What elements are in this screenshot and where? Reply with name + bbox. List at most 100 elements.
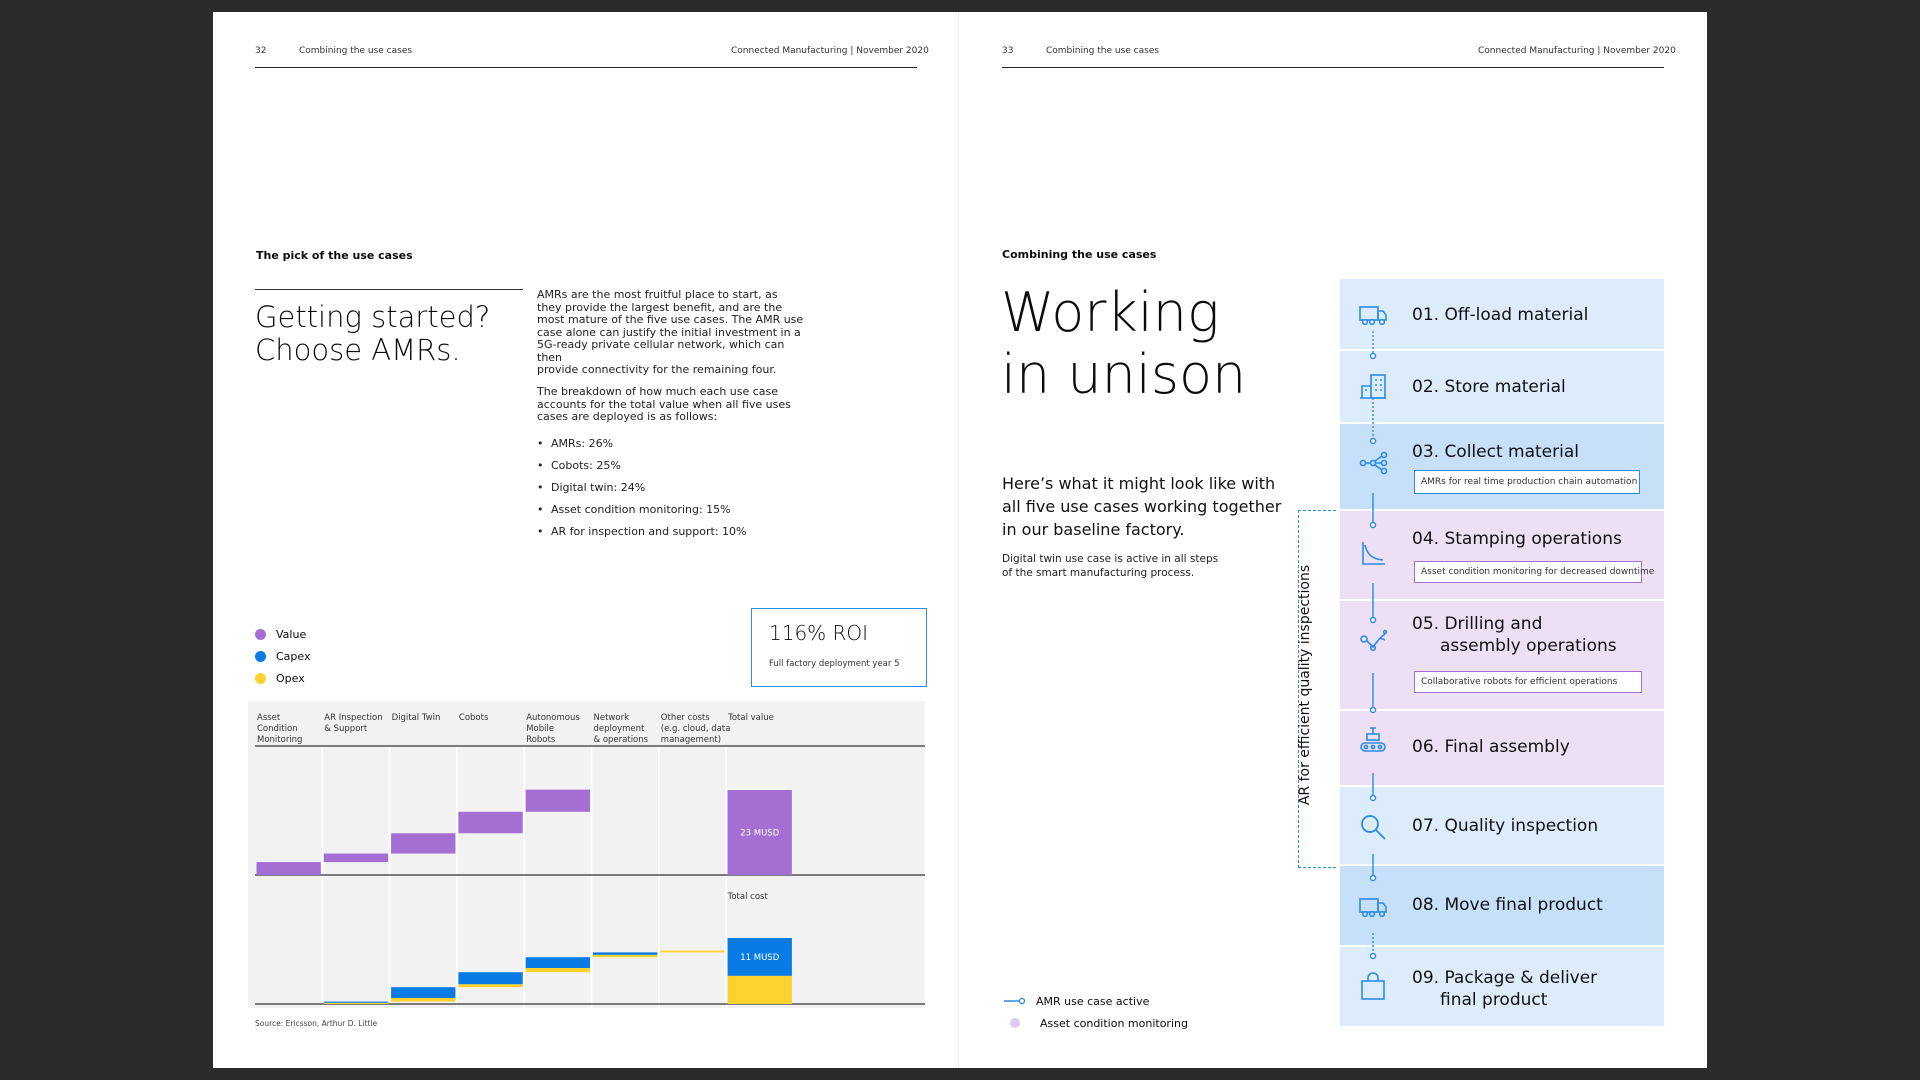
kicker-left: The pick of the use cases — [256, 249, 413, 262]
step-title: 02. Store material — [1412, 377, 1566, 397]
text-line: cases are deployed is as follows: — [537, 410, 718, 423]
publication-header-right: Connected Manufacturing | November 2020 — [1478, 46, 1676, 56]
list-item: AMRs: 26% — [537, 433, 747, 455]
capex-bar — [391, 987, 456, 998]
text-line: The breakdown of how much each use case — [537, 385, 779, 398]
step-title: 09. Package & deliver final product — [1412, 967, 1597, 1011]
text-line: Here’s what it might look like with — [1002, 474, 1276, 493]
asset-monitoring-tag: Asset condition monitoring for decreased… — [1414, 561, 1654, 583]
text-line: of the smart manufacturing process. — [1002, 567, 1195, 579]
connector-node — [1369, 706, 1377, 714]
headline-line: Choose AMRs. — [255, 333, 461, 367]
text-line: in our baseline factory. — [1002, 520, 1185, 539]
flow-legend: AMR use case active Asset condition moni… — [1004, 990, 1188, 1034]
amr-use-case-tag: AMRs for real time production chain auto… — [1414, 470, 1640, 494]
cobots-tag: Collaborative robots for efficient opera… — [1414, 671, 1642, 693]
connector-node — [1369, 521, 1377, 529]
text-line: 5G-ready private cellular network, which… — [537, 338, 785, 364]
legend-item-asset-monitoring: Asset condition monitoring — [1004, 1012, 1188, 1034]
value-breakdown-list: AMRs: 26% Cobots: 25% Digital twin: 24% … — [537, 433, 747, 543]
page-number-left: 32 — [255, 46, 267, 56]
step-title: 05. Drilling and assembly operations — [1412, 613, 1617, 657]
step-title: 04. Stamping operations — [1412, 529, 1622, 549]
ar-bracket-label: AR for efficient quality inspections — [1297, 564, 1313, 806]
headline-rule — [255, 289, 523, 290]
header-rule-left — [255, 67, 917, 68]
connector-node — [1369, 437, 1377, 445]
connector-node — [1369, 616, 1377, 624]
value-bar — [458, 811, 523, 834]
title-line: 05. Drilling and — [1412, 614, 1543, 634]
opex-bar — [525, 968, 590, 973]
connector-node — [1369, 874, 1377, 882]
roi-callout: 116% ROI Full factory deployment year 5 — [751, 608, 927, 687]
breakdown-paragraph: The breakdown of how much each use case … — [537, 385, 807, 424]
page-headline: Getting started? Choose AMRs. — [255, 301, 490, 367]
legend-label: Capex — [276, 649, 311, 663]
header-rule-right — [1002, 67, 1664, 68]
lead-paragraph: Here’s what it might look like with all … — [1002, 472, 1281, 541]
text-line: all five use cases working together — [1002, 497, 1282, 516]
chart-source: Source: Ericsson, Arthur D. Little — [255, 1019, 378, 1028]
capex-bar — [458, 972, 523, 985]
opex-bar — [593, 954, 658, 958]
legend-label: AMR use case active — [1036, 994, 1150, 1008]
title-line: in unison — [1001, 343, 1247, 406]
text-line: Digital twin use case is active in all s… — [1002, 553, 1219, 565]
legend-label: Asset condition monitoring — [1040, 1016, 1188, 1030]
total-opex-bar — [727, 975, 792, 1004]
kicker-right: Combining the use cases — [1002, 248, 1157, 261]
opex-bar — [391, 998, 456, 1002]
opex-bar — [660, 950, 725, 953]
step-title: 01. Off-load material — [1412, 305, 1589, 325]
step-title: 07. Quality inspection — [1412, 816, 1599, 836]
line-node-icon — [1004, 997, 1026, 1005]
list-item: Digital twin: 24% — [537, 477, 747, 499]
title-line: final product — [1440, 990, 1548, 1010]
waterfall-chart: 23 MUSD 11 MUSD Total cost — [255, 745, 925, 1008]
roi-caption: Full factory deployment year 5 — [769, 659, 900, 669]
legend-label: Value — [276, 627, 307, 641]
value-bar — [391, 833, 456, 854]
connector-node — [1369, 352, 1377, 360]
value-bar — [323, 853, 389, 863]
publication-header-left: Connected Manufacturing | November 2020 — [731, 46, 929, 56]
title-line: assembly operations — [1440, 636, 1617, 656]
capex-swatch-icon — [255, 650, 266, 662]
value-swatch-icon — [255, 628, 266, 640]
section-header-right: Combining the use cases — [1046, 46, 1160, 56]
text-line: provide connectivity for the remaining f… — [537, 363, 777, 376]
text-line: AMRs are the most fruitful place to star… — [537, 288, 778, 301]
step-title: 06. Final assembly — [1412, 737, 1570, 757]
spread-title: Working in unison — [1001, 282, 1246, 406]
intro-paragraph: AMRs are the most fruitful place to star… — [537, 288, 807, 377]
value-bar — [256, 862, 321, 875]
value-bar — [525, 789, 590, 812]
roi-value: 116% ROI — [769, 621, 869, 645]
opex-bar — [323, 1002, 389, 1004]
legend-item-opex: Opex — [255, 667, 311, 689]
legend-item-capex: Capex — [255, 645, 311, 667]
capex-bar — [525, 957, 590, 968]
chart-legend: Value Capex Opex — [255, 623, 311, 689]
legend-item-amr: AMR use case active — [1004, 990, 1188, 1012]
step-title: 03. Collect material — [1412, 442, 1579, 462]
text-line: most mature of the five use cases. The A… — [537, 313, 804, 326]
headline-line: Getting started? — [255, 300, 491, 334]
title-line: Working — [1001, 281, 1220, 344]
purple-dot-icon — [1010, 1018, 1020, 1028]
opex-bar — [458, 984, 523, 988]
digital-twin-note: Digital twin use case is active in all s… — [1002, 552, 1218, 580]
list-item: Cobots: 25% — [537, 455, 747, 477]
section-header-left: Combining the use cases — [299, 46, 413, 56]
list-item: Asset condition monitoring: 15% — [537, 499, 747, 521]
legend-item-value: Value — [255, 623, 311, 645]
connector-node — [1369, 794, 1377, 802]
legend-label: Opex — [276, 671, 305, 685]
capex-bar — [323, 1001, 389, 1003]
page-gutter — [958, 12, 959, 1068]
total-value-label: 23 MUSD — [740, 829, 779, 839]
connector-node — [1369, 952, 1377, 960]
step-title: 08. Move final product — [1412, 895, 1603, 915]
page-number-right: 33 — [1002, 46, 1014, 56]
